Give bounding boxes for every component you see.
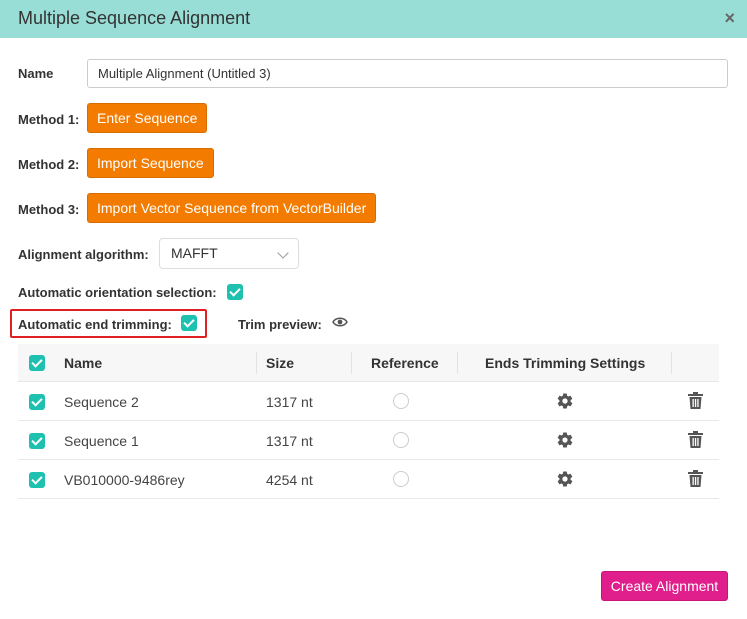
header-size: Size (266, 355, 295, 371)
eye-icon[interactable] (332, 316, 348, 328)
trim-preview-label: Trim preview: (238, 317, 322, 332)
orientation-label: Automatic orientation selection: (18, 285, 217, 300)
alignment-algorithm-label: Alignment algorithm: (18, 247, 149, 262)
import-sequence-button[interactable]: Import Sequence (87, 148, 214, 178)
alignment-algorithm-select[interactable]: MAFFT (159, 238, 299, 269)
gear-icon[interactable] (556, 431, 574, 449)
dialog-header: Multiple Sequence Alignment × (0, 0, 747, 38)
header-trimming-settings: Ends Trimming Settings (485, 355, 646, 371)
gear-icon[interactable] (556, 470, 574, 488)
table-row: Sequence 1 1317 nt (18, 421, 719, 460)
column-divider (256, 352, 257, 374)
column-divider (457, 352, 458, 374)
trash-icon[interactable] (688, 470, 703, 487)
row-checkbox[interactable] (29, 394, 45, 410)
sequence-name: Sequence 2 (64, 394, 139, 410)
sequence-name: Sequence 1 (64, 433, 139, 449)
method1-label: Method 1: (18, 112, 80, 127)
trash-icon[interactable] (688, 392, 703, 409)
reference-radio[interactable] (393, 471, 409, 487)
alignment-name-input[interactable] (87, 59, 728, 88)
method3-label: Method 3: (18, 202, 80, 217)
table-row: Sequence 2 1317 nt (18, 382, 719, 421)
method2-label: Method 2: (18, 157, 80, 172)
reference-radio[interactable] (393, 393, 409, 409)
header-name: Name (64, 355, 103, 371)
end-trimming-label: Automatic end trimming: (18, 317, 172, 332)
name-label: Name (18, 66, 54, 81)
column-divider (671, 352, 672, 374)
column-divider (351, 352, 352, 374)
orientation-checkbox[interactable] (227, 284, 243, 300)
header-reference: Reference (371, 355, 439, 371)
reference-radio[interactable] (393, 432, 409, 448)
table-row: VB010000-9486rey 4254 nt (18, 460, 719, 499)
row-checkbox[interactable] (29, 433, 45, 449)
row-checkbox[interactable] (29, 472, 45, 488)
chevron-down-icon (277, 247, 289, 259)
sequence-size: 4254 nt (266, 472, 313, 488)
dialog-title: Multiple Sequence Alignment (18, 8, 251, 28)
sequence-name: VB010000-9486rey (64, 472, 185, 488)
trash-icon[interactable] (688, 431, 703, 448)
sequence-size: 1317 nt (266, 433, 313, 449)
gear-icon[interactable] (556, 392, 574, 410)
sequence-size: 1317 nt (266, 394, 313, 410)
enter-sequence-button[interactable]: Enter Sequence (87, 103, 208, 133)
close-icon[interactable]: × (724, 8, 735, 29)
alignment-algorithm-value: MAFFT (171, 245, 218, 261)
import-vector-sequence-button[interactable]: Import Vector Sequence from VectorBuilde… (87, 193, 377, 223)
create-alignment-button[interactable]: Create Alignment (601, 571, 728, 601)
select-all-checkbox[interactable] (29, 355, 45, 371)
end-trimming-checkbox[interactable] (181, 315, 197, 331)
table-header: Name Size Reference Ends Trimming Settin… (18, 344, 719, 382)
